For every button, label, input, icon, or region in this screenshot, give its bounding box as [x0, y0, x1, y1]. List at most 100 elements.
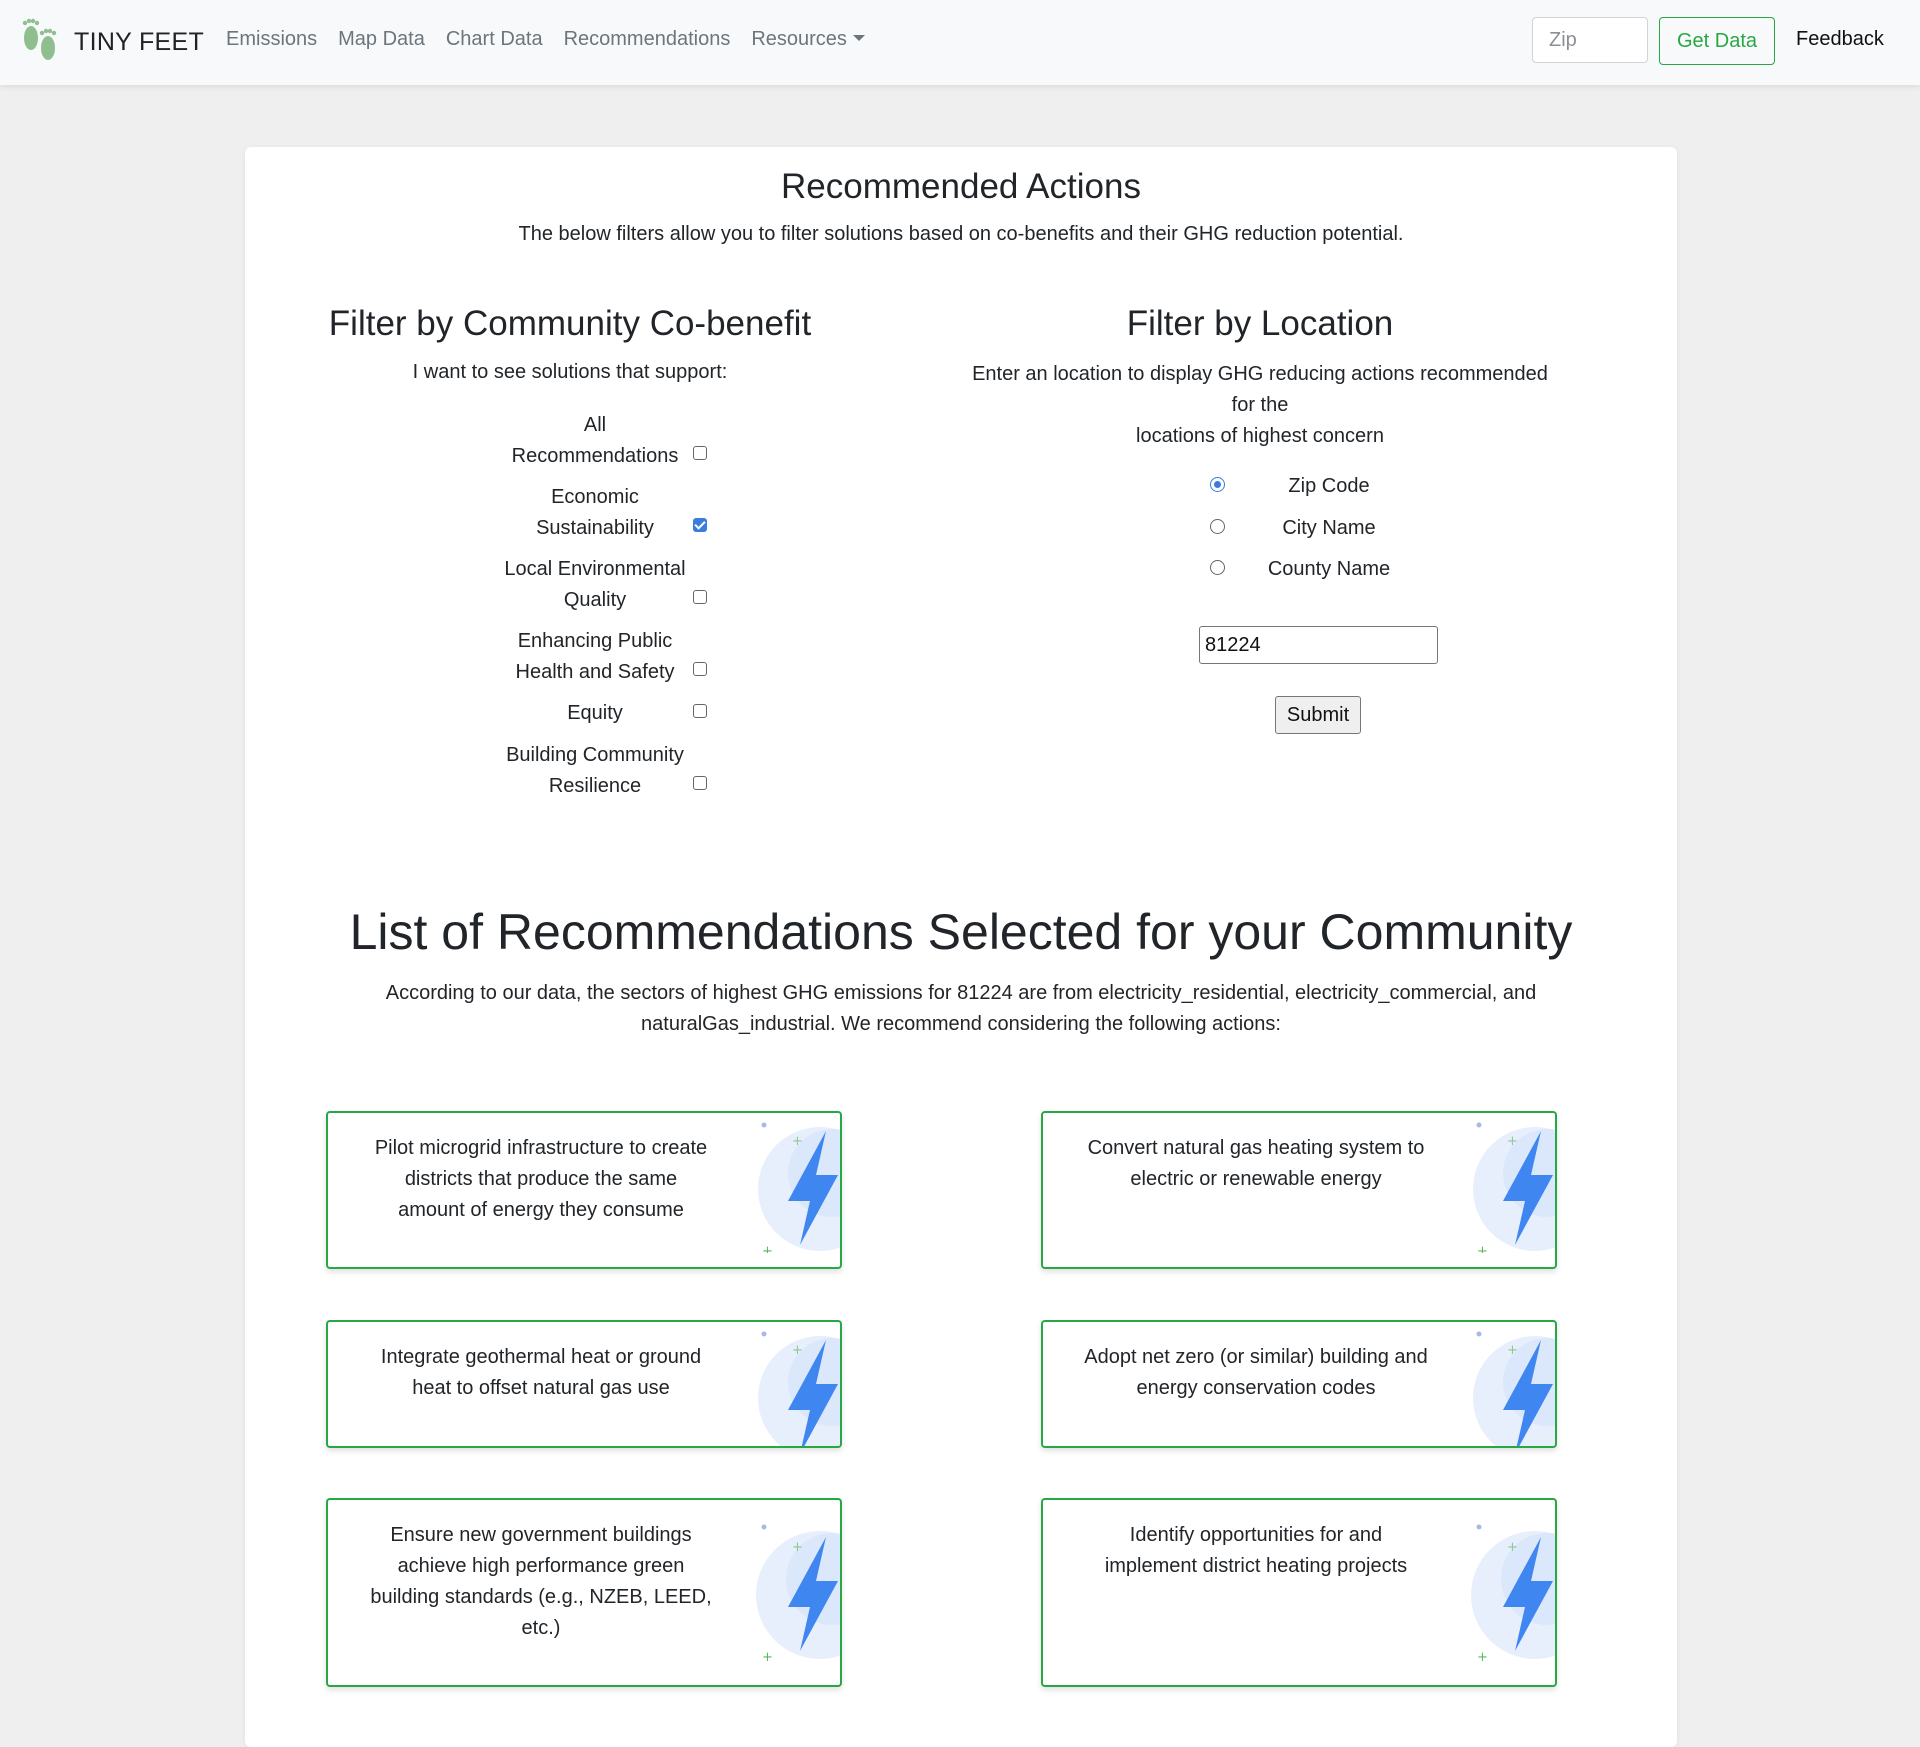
checkbox-community-resilience[interactable]	[693, 776, 707, 790]
recommendation-text: Ensure new government buildings achieve …	[356, 1520, 726, 1644]
nav-recommendations[interactable]: Recommendations	[564, 28, 731, 51]
text-line: etc.)	[521, 1617, 561, 1639]
checkbox-economic-sustainability[interactable]	[693, 518, 707, 532]
svg-text:+: +	[792, 1540, 803, 1555]
svg-text:+: +	[1477, 1244, 1488, 1253]
text-line: Integrate geothermal heat or ground	[380, 1346, 702, 1368]
svg-text:+: +	[792, 1343, 803, 1358]
navbar: TINY FEET Emissions Map Data Chart Data …	[0, 0, 1920, 85]
recommendation-text: Integrate geothermal heat or ground heat…	[356, 1342, 726, 1404]
lightning-bolt-icon: ++	[1473, 1122, 1555, 1253]
lightning-bolt-icon: +	[1473, 1331, 1555, 1446]
cobenefit-label-resilience: Building Community Resilience	[485, 740, 705, 802]
nav-chart-data[interactable]: Chart Data	[446, 28, 543, 51]
text-line: districts that produce the same	[404, 1168, 678, 1190]
feedback-link[interactable]: Feedback	[1796, 28, 1884, 51]
brand[interactable]: TINY FEET	[20, 16, 204, 68]
svg-text:+: +	[762, 1244, 773, 1253]
label-line: Health and Safety	[515, 661, 675, 683]
label-line: Equity	[567, 702, 623, 724]
footprints-logo-icon	[22, 18, 57, 60]
subtitle-line: locations of highest concern	[1136, 425, 1384, 447]
text-line: electric or renewable energy	[1130, 1168, 1382, 1190]
zip-search-input[interactable]	[1532, 17, 1648, 63]
label-line: Economic	[551, 486, 639, 508]
nav-links: Emissions Map Data Chart Data Recommenda…	[226, 28, 886, 51]
description-line: According to our data, the sectors of hi…	[385, 982, 1537, 1004]
text-line: amount of energy they consume	[398, 1199, 684, 1221]
recommendation-card[interactable]: Ensure new government buildings achieve …	[326, 1498, 842, 1687]
lightning-bolt-icon: ++	[756, 1524, 840, 1665]
label-line: Recommendations	[511, 445, 679, 467]
recommendations-list-title: List of Recommendations Selected for you…	[349, 904, 1573, 960]
label-line: Local Environmental	[504, 558, 686, 580]
cobenefit-label-all: All Recommendations	[485, 410, 705, 472]
recommendation-text: Identify opportunities for and implement…	[1071, 1520, 1441, 1582]
label-line: Enhancing Public	[517, 630, 673, 652]
cobenefit-filter-subtitle: I want to see solutions that support:	[412, 361, 728, 383]
svg-text:+: +	[792, 1134, 803, 1149]
text-line: heat to offset natural gas use	[412, 1377, 670, 1399]
svg-text:+: +	[1507, 1343, 1518, 1358]
description-line: naturalGas_industrial. We recommend cons…	[641, 1013, 1281, 1035]
cobenefit-label-environmental: Local Environmental Quality	[485, 554, 705, 616]
recommendation-card[interactable]: Pilot microgrid infrastructure to create…	[326, 1111, 842, 1269]
recommendations-card: Recommended Actions The below filters al…	[245, 147, 1677, 1747]
radio-label-city-name: City Name	[1282, 517, 1376, 539]
text-line: Convert natural gas heating system to	[1087, 1137, 1425, 1159]
recommendation-card[interactable]: Convert natural gas heating system to el…	[1041, 1111, 1557, 1269]
recommendation-text: Pilot microgrid infrastructure to create…	[356, 1133, 726, 1226]
lightning-bolt-icon: ++	[758, 1122, 840, 1253]
subtitle-line: Enter an location to display GHG reducin…	[972, 363, 1548, 416]
caret-down-icon	[852, 35, 865, 41]
radio-city-name[interactable]	[1210, 519, 1225, 534]
recommendation-text: Adopt net zero (or similar) building and…	[1071, 1342, 1441, 1404]
get-data-button[interactable]: Get Data	[1659, 17, 1775, 65]
text-line: Ensure new government buildings	[390, 1524, 692, 1546]
recommendation-text: Convert natural gas heating system to el…	[1071, 1133, 1441, 1195]
recommendations-description: According to our data, the sectors of hi…	[325, 978, 1597, 1040]
page-subtitle: The below filters allow you to filter so…	[518, 223, 1404, 245]
checkbox-equity[interactable]	[693, 704, 707, 718]
radio-county-name[interactable]	[1210, 560, 1225, 575]
svg-text:+: +	[762, 1650, 773, 1665]
nav-resources-dropdown[interactable]: Resources	[751, 28, 865, 51]
text-line: implement district heating projects	[1104, 1555, 1408, 1577]
label-line: Building Community	[506, 744, 684, 766]
location-filter-subtitle: Enter an location to display GHG reducin…	[965, 359, 1555, 452]
radio-label-county-name: County Name	[1267, 558, 1391, 580]
page-title: Recommended Actions	[781, 167, 1141, 206]
cobenefit-label-health: Enhancing Public Health and Safety	[485, 626, 705, 688]
label-line: All	[583, 414, 607, 436]
text-line: Pilot microgrid infrastructure to create	[374, 1137, 708, 1159]
cobenefit-filter-title: Filter by Community Co-benefit	[328, 304, 812, 343]
checkbox-all-recommendations[interactable]	[693, 446, 707, 460]
text-line: Adopt net zero (or similar) building and	[1084, 1346, 1428, 1368]
svg-text:+: +	[1477, 1650, 1488, 1665]
checkbox-local-environmental-quality[interactable]	[693, 590, 707, 604]
recommendation-card[interactable]: Adopt net zero (or similar) building and…	[1041, 1320, 1557, 1448]
location-input[interactable]	[1199, 626, 1438, 664]
checkbox-public-health-safety[interactable]	[693, 662, 707, 676]
label-line: Sustainability	[536, 517, 654, 539]
nav-map-data[interactable]: Map Data	[338, 28, 425, 51]
recommendation-card[interactable]: Integrate geothermal heat or ground heat…	[326, 1320, 842, 1448]
brand-name: TINY FEET	[74, 27, 205, 56]
lightning-bolt-icon: ++	[1471, 1524, 1555, 1665]
text-line: Identify opportunities for and	[1129, 1524, 1383, 1546]
text-line: energy conservation codes	[1136, 1377, 1376, 1399]
radio-zip-code[interactable]	[1210, 477, 1225, 492]
text-line: building standards (e.g., NZEB, LEED,	[370, 1586, 712, 1608]
svg-text:+: +	[1507, 1134, 1518, 1149]
text-line: achieve high performance green	[397, 1555, 685, 1577]
lightning-bolt-icon: +	[758, 1331, 840, 1446]
cobenefit-label-economic: Economic Sustainability	[485, 482, 705, 544]
label-line: Quality	[563, 589, 627, 611]
label-line: Resilience	[548, 775, 642, 797]
nav-emissions[interactable]: Emissions	[226, 28, 317, 51]
submit-button[interactable]: Submit	[1275, 696, 1361, 734]
recommendation-card[interactable]: Identify opportunities for and implement…	[1041, 1498, 1557, 1687]
svg-text:+: +	[1507, 1540, 1518, 1555]
cobenefit-label-equity: Equity	[485, 698, 705, 729]
radio-label-zip-code: Zip Code	[1288, 475, 1370, 497]
